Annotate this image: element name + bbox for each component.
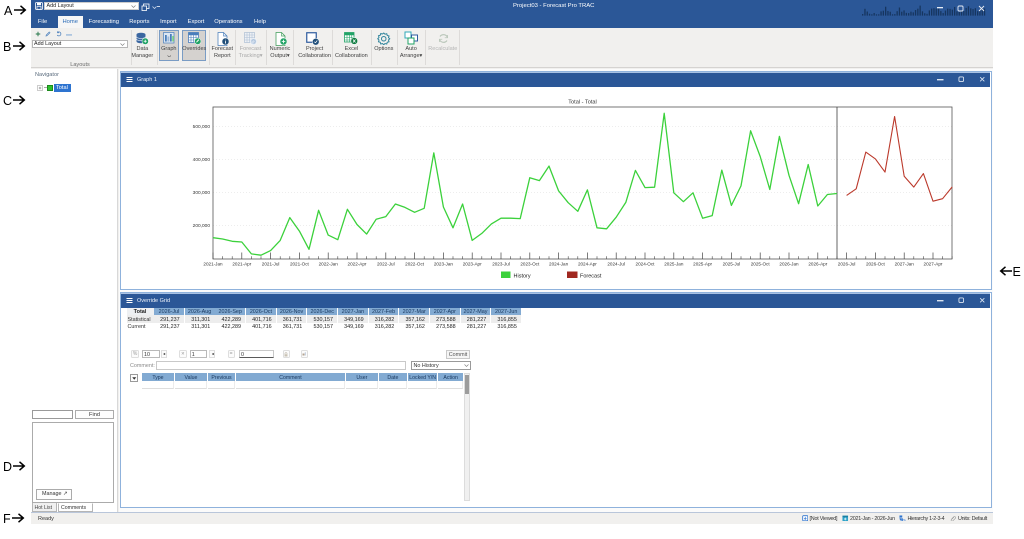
svg-text:Forecast: Forecast <box>580 274 602 280</box>
svg-text:2026-Jan: 2026-Jan <box>779 262 799 267</box>
svg-text:2024-Jul: 2024-Jul <box>607 262 625 267</box>
svg-text:2022-Jan: 2022-Jan <box>319 262 339 267</box>
svg-text:2021-Jul: 2021-Jul <box>262 262 280 267</box>
svg-text:2024-Apr: 2024-Apr <box>578 262 597 267</box>
svg-text:2021-Oct: 2021-Oct <box>290 262 310 267</box>
svg-text:2027-Apr: 2027-Apr <box>924 262 943 267</box>
svg-text:2023-Oct: 2023-Oct <box>520 262 540 267</box>
svg-text:History: History <box>514 274 531 280</box>
svg-text:200,000: 200,000 <box>193 223 211 229</box>
svg-text:2023-Jul: 2023-Jul <box>492 262 510 267</box>
svg-text:2025-Oct: 2025-Oct <box>751 262 771 267</box>
svg-text:2025-Apr: 2025-Apr <box>693 262 712 267</box>
svg-text:Total - Total: Total - Total <box>568 100 597 106</box>
svg-text:2021-Jan: 2021-Jan <box>203 262 223 267</box>
svg-text:2022-Oct: 2022-Oct <box>405 262 425 267</box>
svg-text:2027-Jan: 2027-Jan <box>895 262 915 267</box>
svg-text:2021-Apr: 2021-Apr <box>232 262 251 267</box>
svg-text:2026-Oct: 2026-Oct <box>866 262 886 267</box>
svg-text:2025-Jan: 2025-Jan <box>664 262 684 267</box>
svg-text:2025-Jul: 2025-Jul <box>723 262 741 267</box>
svg-text:2026-Apr: 2026-Apr <box>808 262 827 267</box>
svg-text:500,000: 500,000 <box>193 124 211 130</box>
svg-text:2022-Apr: 2022-Apr <box>348 262 367 267</box>
svg-text:2026-Jul: 2026-Jul <box>838 262 856 267</box>
svg-text:400,000: 400,000 <box>193 157 211 163</box>
svg-text:2024-Oct: 2024-Oct <box>636 262 656 267</box>
svg-text:2024-Jan: 2024-Jan <box>549 262 569 267</box>
svg-text:2023-Jan: 2023-Jan <box>434 262 454 267</box>
svg-text:2023-Apr: 2023-Apr <box>463 262 482 267</box>
svg-text:2022-Jul: 2022-Jul <box>377 262 395 267</box>
svg-text:300,000: 300,000 <box>193 190 211 196</box>
